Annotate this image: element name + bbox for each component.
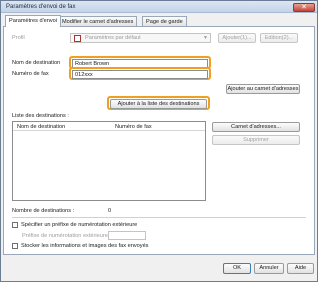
add-to-list-highlight: Ajouter à la liste des destinations	[107, 96, 210, 110]
destination-count-value: 0	[108, 208, 112, 214]
ok-button[interactable]: OK	[223, 263, 251, 274]
close-icon: ✕	[301, 4, 307, 11]
prefix-checkbox-label: Spécifier un préfixe de numérotation ext…	[21, 222, 138, 228]
prefix-input[interactable]	[108, 231, 146, 240]
divider	[12, 217, 306, 218]
destination-name-label: Nom de destination	[12, 60, 61, 66]
destination-count-label: Nombre de destinations :	[12, 208, 75, 214]
profile-document-icon	[74, 35, 81, 42]
add-to-destination-list-button[interactable]: Ajouter à la liste des destinations	[110, 99, 207, 109]
tab-cover-page-label: Page de garde	[146, 19, 183, 25]
add-to-address-book-button[interactable]: Ajouter au carnet d'adresses	[226, 84, 300, 94]
fax-field-highlight: 012xxx	[69, 67, 211, 80]
title-bar: Paramètres d'envoi de fax ✕	[1, 1, 317, 13]
delete-destination-button[interactable]: Supprimer	[212, 135, 300, 145]
destination-list-label: Liste des destinations :	[12, 113, 69, 119]
fax-number-label: Numéro de fax	[12, 71, 49, 77]
edit-profile-button[interactable]: Edition(2)...	[260, 33, 298, 43]
profile-label: Profil	[12, 35, 25, 41]
close-button[interactable]: ✕	[293, 3, 315, 12]
prefix-field-label: Préfixe de numérotation extérieure	[22, 233, 108, 239]
profile-select-value: Paramètres par défaut	[85, 35, 141, 41]
tab-edit-address-book[interactable]: Modifier le carnet d'adresses	[58, 16, 138, 26]
store-fax-checkbox[interactable]	[12, 243, 18, 249]
add-profile-button[interactable]: Ajouter(1)...	[218, 33, 256, 43]
address-book-button[interactable]: Carnet d'adresses...	[212, 122, 300, 132]
tab-send-settings-label: Paramètres d'envoi	[9, 18, 58, 24]
column-header-name: Nom de destination	[17, 124, 66, 130]
chevron-down-icon: ▼	[203, 35, 208, 41]
list-header: Nom de destination Numéro de fax	[13, 122, 205, 131]
prefix-checkbox[interactable]	[12, 222, 18, 228]
help-button[interactable]: Aide	[287, 263, 314, 274]
column-header-fax: Numéro de fax	[115, 124, 152, 130]
destination-list[interactable]: Nom de destination Numéro de fax	[12, 121, 206, 201]
tab-edit-address-book-label: Modifier le carnet d'adresses	[62, 19, 134, 25]
fax-number-input[interactable]: 012xxx	[72, 70, 208, 79]
tab-send-settings[interactable]: Paramètres d'envoi	[5, 15, 62, 27]
cancel-button[interactable]: Annuler	[254, 263, 284, 274]
store-fax-checkbox-label: Stocker les informations et images des f…	[21, 243, 149, 249]
dialog-title: Paramètres d'envoi de fax	[6, 4, 76, 10]
profile-select[interactable]: Paramètres par défaut ▼	[70, 33, 211, 43]
tab-cover-page[interactable]: Page de garde	[142, 16, 187, 26]
